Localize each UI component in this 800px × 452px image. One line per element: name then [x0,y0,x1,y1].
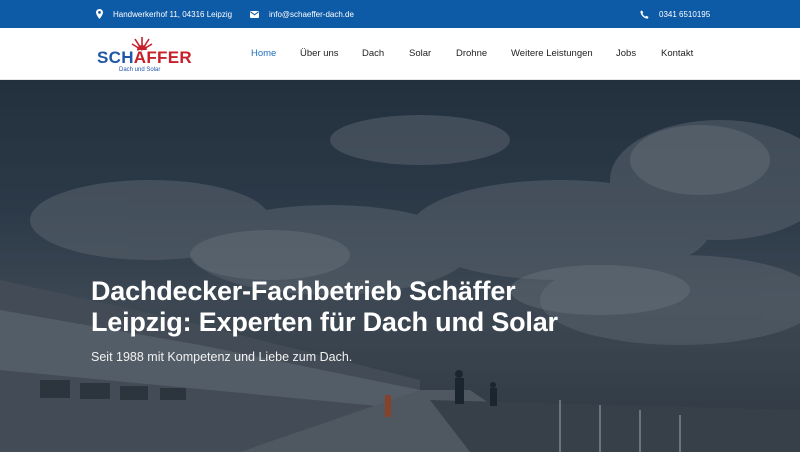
nav-item-home[interactable]: Home [251,28,276,80]
nav-item-weitere-leistungen[interactable]: Weitere Leistungen [511,28,593,80]
nav-item-dach[interactable]: Dach [362,28,384,80]
hero-title-line-2: Leipzig: Experten für Dach und Solar [91,307,558,337]
phone-link[interactable]: 0341 6510195 [640,0,710,28]
hero-section: Dachdecker-Fachbetrieb Schäffer Leipzig:… [0,80,800,452]
top-contact-bar: Handwerkerhof 11, 04316 Leipzig info@sch… [0,0,800,28]
phone-text[interactable]: 0341 6510195 [659,10,710,19]
nav-item-drohne[interactable]: Drohne [456,28,487,80]
email-link[interactable]: info@schaeffer-dach.de [250,0,354,28]
map-pin-icon [96,9,103,19]
main-navigation: Home Über uns Dach Solar Drohne Weitere … [0,28,800,80]
hero-title: Dachdecker-Fachbetrieb Schäffer Leipzig:… [91,276,651,338]
address-text: Handwerkerhof 11, 04316 Leipzig [113,9,233,19]
hero-title-line-1: Dachdecker-Fachbetrieb Schäffer [91,276,516,306]
email-text[interactable]: info@schaeffer-dach.de [269,10,354,19]
address-info: Handwerkerhof 11, 04316 Leipzig [96,0,232,28]
hero-subtitle: Seit 1988 mit Kompetenz und Liebe zum Da… [91,350,353,364]
nav-item-kontakt[interactable]: Kontakt [661,28,693,80]
nav-item-ueber-uns[interactable]: Über uns [300,28,339,80]
phone-icon [640,10,649,19]
envelope-icon [250,10,259,18]
nav-item-jobs[interactable]: Jobs [616,28,636,80]
nav-item-solar[interactable]: Solar [409,28,431,80]
site-header: SCHÄFFER Dach und Solar Home Über uns Da… [0,28,800,80]
hero-dark-overlay [0,80,800,452]
